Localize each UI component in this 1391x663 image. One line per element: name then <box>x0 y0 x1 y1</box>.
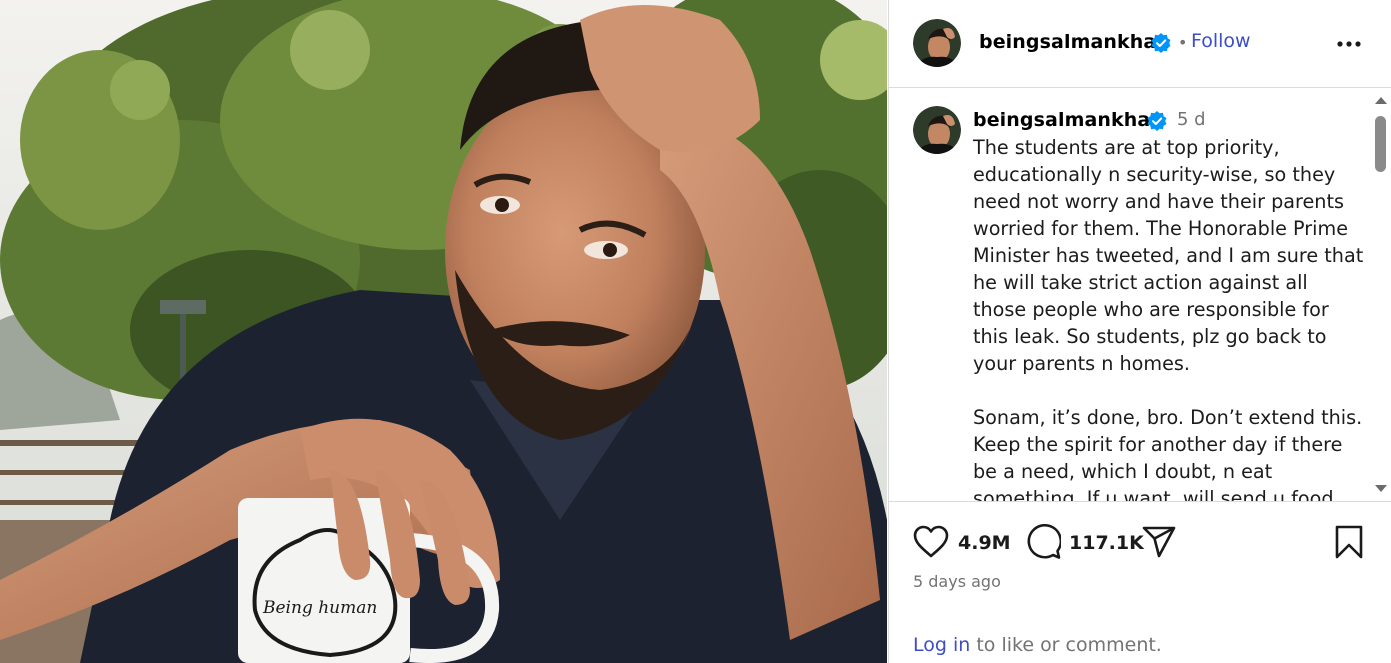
scrollbar-thumb[interactable] <box>1375 116 1386 172</box>
verified-badge-icon <box>1151 33 1171 53</box>
post-side-panel: beingsalmankhan • Follow beingsalmankhan <box>888 0 1391 663</box>
like-count[interactable]: 4.9M <box>958 532 1011 554</box>
follow-button[interactable]: Follow <box>1191 30 1251 52</box>
login-link[interactable]: Log in <box>913 634 970 656</box>
scroll-down-arrow-icon[interactable] <box>1375 485 1387 493</box>
login-prompt: Log in to like or comment. <box>913 634 1162 656</box>
header-separator: • <box>1178 33 1188 52</box>
comment-count[interactable]: 117.1K <box>1069 532 1144 554</box>
post-date[interactable]: 5 days ago <box>913 572 1001 591</box>
post-photo[interactable]: Being human <box>0 0 887 663</box>
caption-timestamp[interactable]: 5 d <box>1177 109 1206 130</box>
caption-text: The students are at top priority, educat… <box>973 136 1364 502</box>
scroll-up-arrow-icon[interactable] <box>1375 96 1387 104</box>
comment-bubble-icon[interactable] <box>1025 524 1061 560</box>
caption-scrollbar[interactable] <box>1369 89 1391 501</box>
caption-author-username[interactable]: beingsalmankhan <box>973 109 1164 131</box>
caption-scroll-area[interactable]: beingsalmankhan 5 d The students are at … <box>889 89 1391 502</box>
post-image: Being human <box>0 0 887 663</box>
paper-plane-icon[interactable] <box>1142 525 1176 559</box>
post-header: beingsalmankhan • Follow <box>889 0 1391 88</box>
post-actions: 4.9M 117.1K 5 days ago Log in to like or… <box>889 503 1391 663</box>
author-username[interactable]: beingsalmankhan <box>979 31 1170 53</box>
login-prompt-text: to like or comment. <box>970 634 1162 656</box>
mug-text: Being human <box>262 598 377 618</box>
caption-verified-badge-icon <box>1147 111 1167 131</box>
author-avatar[interactable] <box>913 19 961 67</box>
caption-author-avatar[interactable] <box>913 106 961 154</box>
heart-icon[interactable] <box>913 525 949 559</box>
more-options-icon[interactable] <box>1336 40 1362 48</box>
bookmark-icon[interactable] <box>1335 525 1363 559</box>
